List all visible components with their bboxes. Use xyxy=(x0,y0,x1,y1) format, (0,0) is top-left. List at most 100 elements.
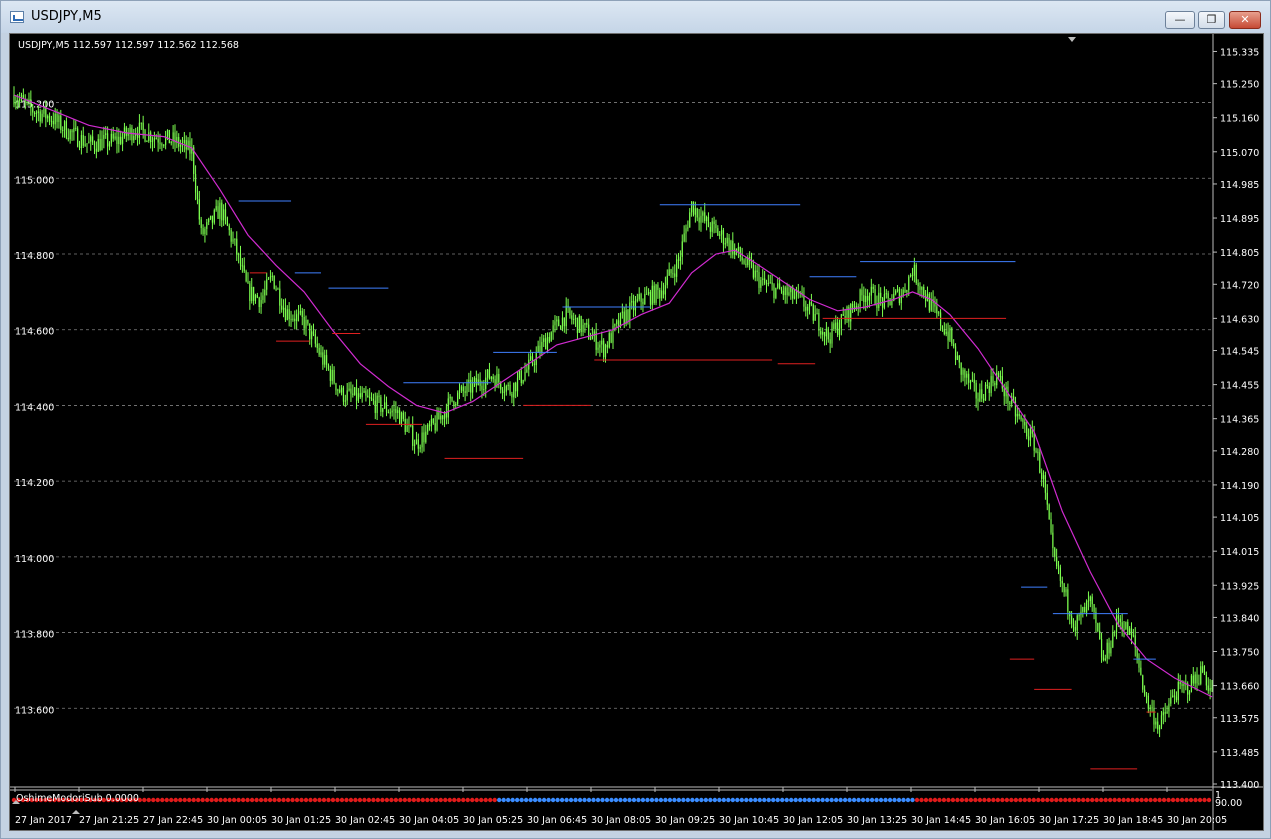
candle-body xyxy=(82,135,84,146)
candle-body xyxy=(447,398,449,418)
candle-body xyxy=(1106,642,1108,659)
signal-dot xyxy=(1081,797,1086,803)
candle-body xyxy=(473,377,476,383)
price-tick-label: 115.250 xyxy=(1220,80,1259,91)
candle-body xyxy=(50,120,53,122)
candle-body xyxy=(1003,388,1005,397)
candle-body xyxy=(1205,674,1207,686)
candle-body xyxy=(574,317,577,319)
candle-body xyxy=(423,432,425,443)
candle-body xyxy=(979,389,981,402)
signal-dot xyxy=(649,797,655,803)
candle-body xyxy=(28,99,30,101)
candle-body xyxy=(606,344,608,348)
candle-body xyxy=(384,402,386,409)
candle-body xyxy=(425,431,427,443)
candle-body xyxy=(807,306,809,311)
candle-body xyxy=(41,113,43,122)
candle-body xyxy=(505,386,507,392)
candle-body xyxy=(121,137,124,144)
candle-body xyxy=(835,322,837,330)
candle-body xyxy=(19,98,21,102)
candle-body xyxy=(1041,472,1043,479)
candle-body xyxy=(1114,632,1116,634)
signal-dot xyxy=(860,797,866,803)
candle-body xyxy=(120,136,122,144)
candle-body xyxy=(1149,707,1151,709)
maximize-button[interactable]: ❐ xyxy=(1198,11,1225,29)
candle-body xyxy=(183,139,185,143)
candle-body xyxy=(266,279,268,290)
candle-body xyxy=(442,415,444,420)
candle-body xyxy=(56,113,58,122)
signal-dot xyxy=(411,797,417,803)
candle-body xyxy=(810,302,813,305)
signal-dot xyxy=(600,797,605,803)
candle-body xyxy=(558,319,560,327)
candle-body xyxy=(786,287,788,295)
close-button[interactable]: ✕ xyxy=(1229,11,1261,29)
candle-body xyxy=(483,388,485,390)
signal-dot xyxy=(905,797,911,803)
minimize-button[interactable]: — xyxy=(1165,11,1195,29)
candle-body xyxy=(559,326,562,330)
signal-dot xyxy=(681,797,686,803)
candle-body xyxy=(311,331,313,340)
candle-body xyxy=(543,338,545,342)
candle-body xyxy=(99,138,101,151)
candle-body xyxy=(217,206,219,219)
signal-dot xyxy=(393,797,399,803)
candle-body xyxy=(782,290,784,296)
signal-dot xyxy=(1170,797,1176,803)
candle-body xyxy=(1181,684,1183,686)
candle-body xyxy=(320,352,322,355)
candle-body xyxy=(872,286,874,290)
candle-body xyxy=(831,323,833,344)
candle-body xyxy=(486,369,489,378)
candle-body xyxy=(400,412,403,425)
candle-body xyxy=(1211,688,1213,690)
signal-dot xyxy=(914,797,920,803)
candle-body xyxy=(764,278,766,284)
candle-body xyxy=(69,130,71,140)
candle-body xyxy=(297,312,300,315)
candle-body xyxy=(865,296,867,303)
left-price-label: 114.200 xyxy=(15,478,54,489)
candles-group xyxy=(13,86,1213,738)
candle-body xyxy=(1071,616,1073,624)
candle-body xyxy=(67,137,69,140)
price-tick-label: 114.720 xyxy=(1220,280,1259,291)
candle-body xyxy=(380,397,382,412)
candle-body xyxy=(1170,697,1172,704)
candle-body xyxy=(958,355,960,363)
title-bar[interactable]: USDJPY,M5 — ❐ ✕ xyxy=(1,1,1270,33)
signal-dot xyxy=(1166,797,1171,803)
candle-body xyxy=(646,293,648,295)
price-tick-label: 114.545 xyxy=(1220,347,1259,358)
candle-body xyxy=(614,324,616,326)
candle-body xyxy=(260,300,262,307)
time-tick-label: 30 Jan 00:05 xyxy=(207,815,267,826)
candle-body xyxy=(788,292,790,295)
signal-dot xyxy=(744,797,749,803)
signal-dot xyxy=(694,797,700,803)
signal-dot xyxy=(1116,797,1122,803)
candle-body xyxy=(780,289,783,291)
price-chart[interactable]: 115.200115.000114.800114.600114.400114.2… xyxy=(10,34,1263,830)
chart-area[interactable]: 115.200 115.000 114.800 114.600 114.400 114.2… xyxy=(9,33,1264,831)
candle-body xyxy=(438,412,440,420)
candle-body xyxy=(533,363,535,366)
signal-dot xyxy=(1076,797,1081,803)
candle-body xyxy=(264,289,266,296)
candle-body xyxy=(314,334,316,344)
time-tick-label: 30 Jan 13:25 xyxy=(847,815,907,826)
signal-dot xyxy=(672,797,677,803)
candle-body xyxy=(202,227,204,235)
candle-body xyxy=(363,390,365,393)
candle-body xyxy=(208,218,210,223)
candle-body xyxy=(337,389,339,391)
signal-dot xyxy=(1121,797,1126,803)
candle-body xyxy=(977,398,979,402)
candle-body xyxy=(75,127,77,129)
price-tick-label: 114.455 xyxy=(1220,381,1259,392)
